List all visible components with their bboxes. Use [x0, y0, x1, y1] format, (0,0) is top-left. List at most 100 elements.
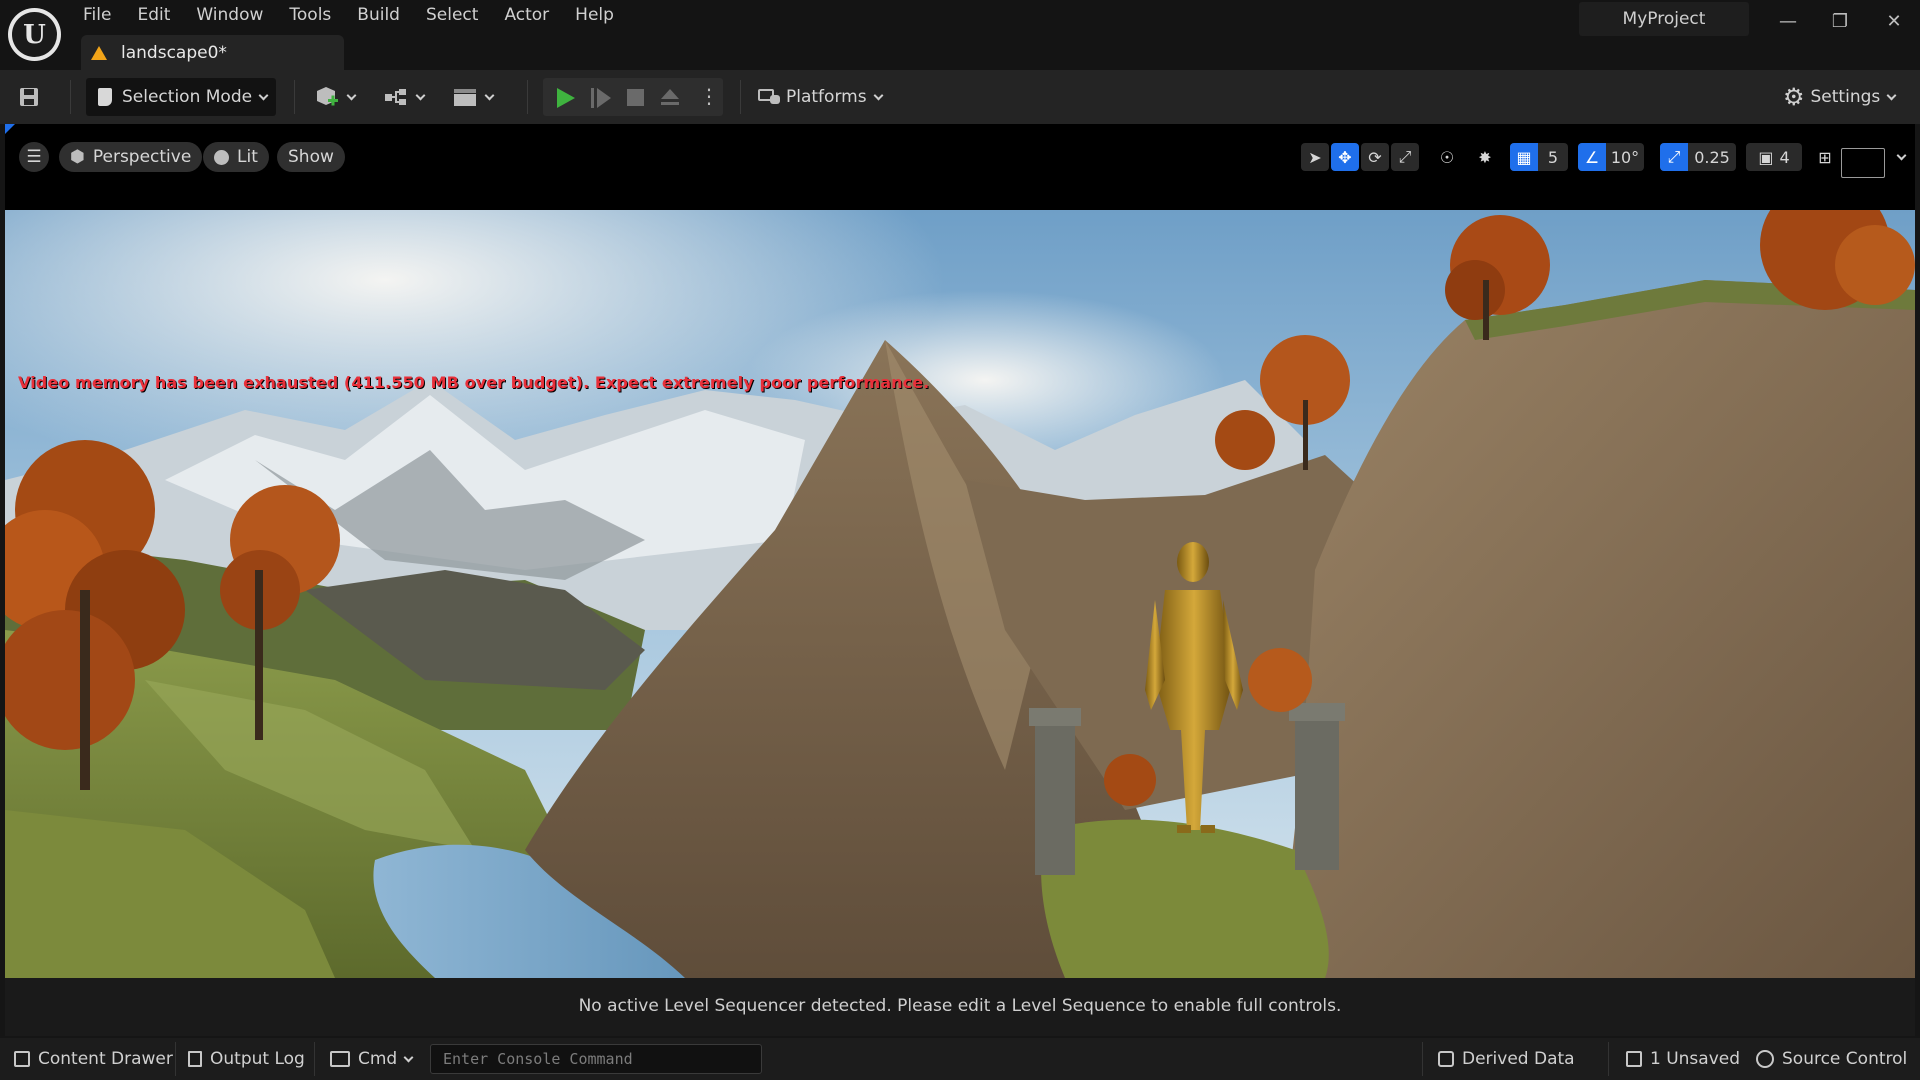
menu-window[interactable]: Window: [183, 0, 276, 32]
selection-mode-label: Selection Mode: [122, 87, 253, 107]
lit-label: Lit: [237, 147, 258, 167]
chevron-down-icon: [1896, 150, 1906, 160]
content-drawer-label: Content Drawer: [38, 1049, 173, 1069]
blueprint-button[interactable]: [383, 78, 426, 116]
surface-snap-icon[interactable]: ✸: [1471, 143, 1499, 171]
viewport-toolbar: ☰ ⬢ Perspective Lit Show ➤ ✥ ⟳ ⤢ ☉ ✸ ▦ 5…: [5, 124, 1915, 210]
show-label: Show: [288, 147, 334, 167]
unsaved-label: 1 Unsaved: [1650, 1049, 1741, 1069]
main-toolbar: Selection Mode ⋮ Platforms ⚙ Settings: [0, 70, 1920, 124]
terminal-icon: [330, 1051, 350, 1067]
advance-frame-bar: [591, 88, 594, 108]
project-name[interactable]: MyProject: [1579, 2, 1749, 36]
content-drawer-button[interactable]: Content Drawer: [14, 1045, 173, 1073]
landscape-render: [5, 210, 1915, 978]
world-coordinate-icon[interactable]: ☉: [1433, 143, 1461, 171]
blueprint-icon: [385, 89, 406, 105]
menu-select[interactable]: Select: [413, 0, 491, 32]
cursor-icon: [98, 88, 112, 106]
scale-snap-icon: ⤢: [1660, 143, 1688, 171]
camera-speed-button[interactable]: ▣ 4: [1746, 143, 1802, 171]
grid-snap-toggle[interactable]: ▦ 5: [1510, 143, 1568, 171]
grid-snap-value[interactable]: 5: [1538, 148, 1568, 167]
hamburger-icon: ☰: [26, 147, 42, 167]
output-log-button[interactable]: Output Log: [188, 1045, 305, 1073]
perspective-button[interactable]: ⬢ Perspective: [59, 142, 203, 172]
unreal-logo[interactable]: U: [8, 8, 61, 61]
selection-mode-dropdown[interactable]: Selection Mode: [86, 78, 276, 116]
perspective-label: Perspective: [92, 147, 192, 167]
clapperboard-icon: [454, 89, 476, 106]
menu-tools[interactable]: Tools: [276, 0, 344, 32]
content-drawer-icon: [14, 1051, 30, 1067]
level-warning-icon: [91, 45, 107, 60]
play-controls: ⋮: [543, 78, 723, 116]
output-log-icon: [188, 1051, 202, 1067]
play-button[interactable]: [557, 88, 575, 108]
source-control-button[interactable]: Source Control: [1756, 1045, 1907, 1073]
unsaved-icon: [1626, 1051, 1642, 1067]
menu-help[interactable]: Help: [562, 0, 627, 32]
angle-icon: ∠: [1578, 143, 1606, 171]
add-actor-button[interactable]: [314, 78, 357, 116]
maximize-viewport-icon[interactable]: ⊞: [1812, 143, 1838, 171]
layout-dropdown[interactable]: [1889, 143, 1906, 171]
eject-button[interactable]: [659, 86, 681, 113]
scale-snap-toggle[interactable]: ⤢ 0.25: [1660, 143, 1736, 171]
minimize-button[interactable]: —: [1768, 4, 1808, 38]
view-mode-button[interactable]: Lit: [203, 142, 269, 172]
layout-icon[interactable]: [1841, 148, 1885, 178]
save-icon: [20, 88, 38, 106]
menu-file[interactable]: File: [70, 0, 124, 32]
cmd-dropdown[interactable]: Cmd: [330, 1045, 414, 1073]
main-menu: File Edit Window Tools Build Select Acto…: [70, 0, 627, 32]
sequencer-message-bar: No active Level Sequencer detected. Plea…: [5, 978, 1915, 1036]
derived-data-icon: [1438, 1051, 1454, 1067]
chevron-down-icon: [1886, 90, 1897, 100]
viewport-scene[interactable]: [5, 210, 1915, 978]
select-tool-icon[interactable]: ➤: [1301, 143, 1329, 171]
cube-icon: ⬢: [70, 147, 85, 167]
level-tab[interactable]: landscape0*: [81, 35, 344, 70]
grid-icon: ▦: [1510, 143, 1538, 171]
play-options-icon[interactable]: ⋮: [699, 86, 719, 106]
rotate-tool-icon[interactable]: ⟳: [1361, 143, 1389, 171]
eject-icon: [661, 89, 679, 105]
unsaved-button[interactable]: 1 Unsaved: [1626, 1045, 1740, 1073]
sequencer-message: No active Level Sequencer detected. Plea…: [578, 996, 1342, 1016]
restore-button[interactable]: ❐: [1820, 4, 1860, 38]
viewport-options-button[interactable]: ☰: [19, 142, 49, 172]
lit-sphere-icon: [214, 149, 229, 165]
camera-icon: ▣: [1758, 147, 1774, 167]
status-bar: Content Drawer Output Log Cmd Enter Cons…: [0, 1038, 1920, 1080]
settings-dropdown[interactable]: ⚙ Settings: [1783, 78, 1903, 116]
stop-button[interactable]: [627, 89, 644, 106]
derived-data-label: Derived Data: [1462, 1049, 1575, 1069]
scale-tool-icon[interactable]: ⤢: [1391, 143, 1419, 171]
chevron-down-icon: [403, 1052, 414, 1062]
chevron-down-icon: [873, 90, 884, 100]
console-command-input[interactable]: Enter Console Command: [430, 1044, 762, 1074]
level-tab-label: landscape0*: [121, 42, 227, 63]
platforms-label: Platforms: [786, 87, 867, 107]
source-control-label: Source Control: [1782, 1049, 1908, 1069]
derived-data-button[interactable]: Derived Data: [1438, 1045, 1575, 1073]
add-actor-icon: [317, 87, 338, 106]
menu-edit[interactable]: Edit: [124, 0, 183, 32]
console-placeholder: Enter Console Command: [443, 1050, 633, 1068]
platforms-dropdown[interactable]: Platforms: [758, 78, 888, 116]
chevron-down-icon: [258, 90, 269, 100]
save-button[interactable]: [18, 78, 46, 116]
menu-build[interactable]: Build: [344, 0, 413, 32]
rotation-snap-value[interactable]: 10°: [1606, 148, 1644, 167]
title-bar: U File Edit Window Tools Build Select Ac…: [0, 0, 1920, 70]
scale-snap-value[interactable]: 0.25: [1688, 148, 1736, 167]
advance-frame-button[interactable]: [597, 88, 611, 108]
translate-tool-icon[interactable]: ✥: [1331, 143, 1359, 171]
show-button[interactable]: Show: [277, 142, 345, 172]
cinematics-button[interactable]: [452, 78, 495, 116]
close-button[interactable]: ✕: [1874, 4, 1914, 38]
rotation-snap-toggle[interactable]: ∠ 10°: [1578, 143, 1644, 171]
menu-actor[interactable]: Actor: [491, 0, 562, 32]
settings-label: Settings: [1810, 87, 1881, 107]
